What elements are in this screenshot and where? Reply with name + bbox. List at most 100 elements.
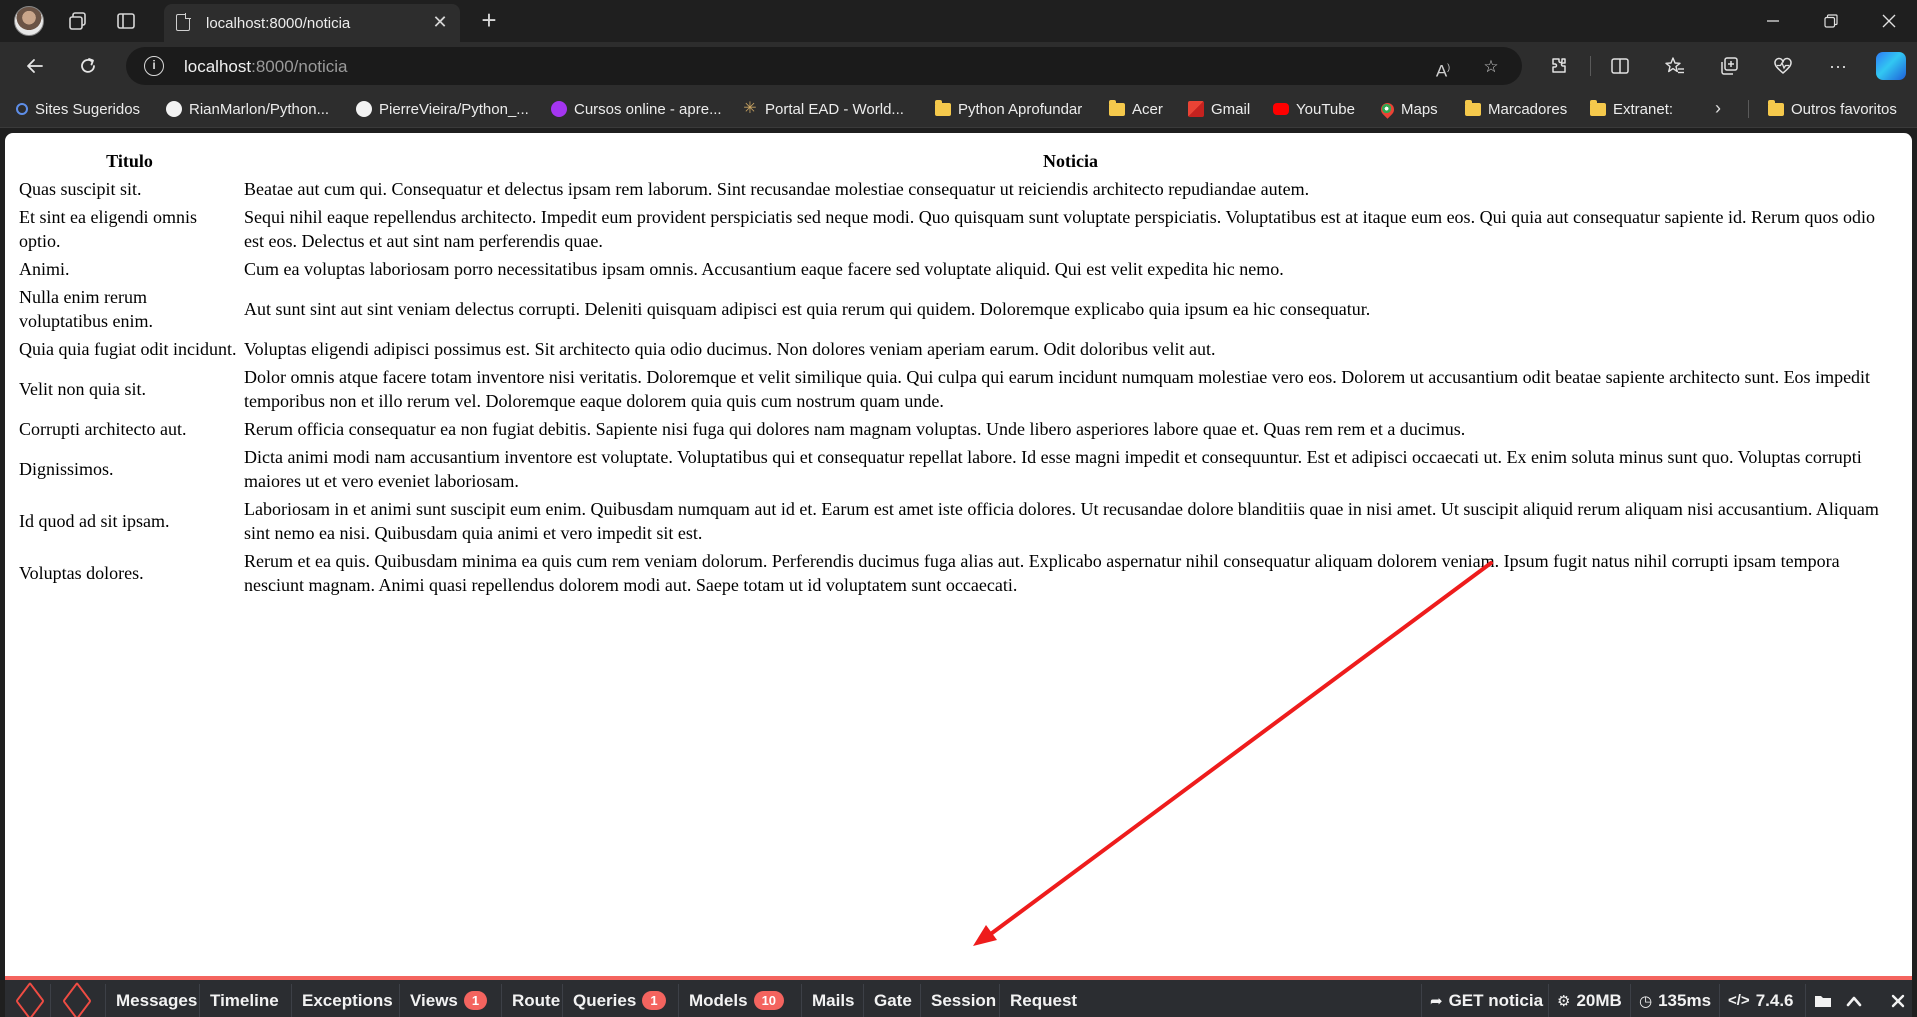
php-version-text: 7.4.6 xyxy=(1755,990,1794,1010)
share-arrow-icon: ➦ xyxy=(1430,992,1443,1010)
memory-text: 20MB xyxy=(1576,990,1622,1010)
extensions-icon[interactable] xyxy=(1544,51,1574,81)
cell-noticia: Rerum officia consequatur ea non fugiat … xyxy=(244,419,1466,439)
youtube-icon xyxy=(1273,103,1289,115)
bookmark-portal-ead[interactable]: ✳ Portal EAD - World... xyxy=(742,99,904,119)
debugbar-tab-exceptions[interactable]: Exceptions xyxy=(291,984,403,1017)
address-bar[interactable]: i localhost:8000/noticia A) ☆ xyxy=(126,47,1522,85)
bookmark-outros-favoritos[interactable]: Outros favoritos xyxy=(1768,99,1897,119)
tab-label: Messages xyxy=(116,990,198,1010)
folder-icon xyxy=(1465,100,1481,116)
page-icon xyxy=(176,13,191,31)
vertical-tabs-icon[interactable] xyxy=(112,7,140,35)
browser-tab-active[interactable]: localhost:8000/noticia ✕ xyxy=(164,4,460,42)
debugbar-tab-queries[interactable]: Queries 1 xyxy=(562,984,676,1017)
tab-close-icon[interactable]: ✕ xyxy=(428,10,452,34)
restore-icon[interactable] xyxy=(1802,0,1860,42)
browser-essentials-icon[interactable] xyxy=(1768,51,1798,81)
close-window-icon[interactable] xyxy=(1860,0,1917,42)
debugbar-tab-request[interactable]: Request xyxy=(999,984,1087,1017)
bookmark-label: Python Aprofundar xyxy=(958,100,1083,118)
bookmark-extranet[interactable]: Extranet: xyxy=(1590,99,1673,119)
folder-icon xyxy=(935,100,951,116)
tab-label: Queries xyxy=(573,990,637,1010)
bookmark-sites-sugeridos[interactable]: Sites Sugeridos xyxy=(16,99,140,119)
more-options-icon[interactable]: ··· xyxy=(1823,51,1853,81)
bookmarks-divider xyxy=(1748,100,1749,118)
cell-titulo: Velit non quia sit. xyxy=(19,379,146,399)
bookmark-label: Portal EAD - World... xyxy=(765,100,904,118)
cell-titulo: Animi. xyxy=(19,259,70,279)
time-text: 135ms xyxy=(1658,990,1712,1010)
code-icon: </> xyxy=(1728,992,1750,1009)
bookmark-label: Outros favoritos xyxy=(1791,100,1897,118)
laravel-logo-icon[interactable] xyxy=(60,984,94,1017)
bookmark-label: Extranet: xyxy=(1613,100,1674,118)
new-tab-button[interactable]: + xyxy=(474,6,504,36)
table-row: Nulla enim rerum voluptatibus enim. Aut … xyxy=(18,284,1898,334)
cell-noticia: Dicta animi modi nam accusantium invento… xyxy=(244,447,1862,491)
table-row: Velit non quia sit. Dolor omnis atque fa… xyxy=(18,364,1898,414)
time-indicator[interactable]: ◷ 135ms xyxy=(1630,984,1719,1017)
tab-title: localhost:8000/noticia xyxy=(206,15,351,32)
cell-noticia: Laboriosam in et animi sunt suscipit eum… xyxy=(244,499,1879,543)
cell-noticia: Dolor omnis atque facere totam inventore… xyxy=(244,367,1871,411)
collections-icon[interactable] xyxy=(1714,51,1744,81)
cell-titulo: Id quod ad sit ipsam. xyxy=(19,511,170,531)
minimize-icon[interactable] xyxy=(1744,0,1802,42)
bookmark-pierrevieira[interactable]: PierreVieira/Python_... xyxy=(356,99,529,119)
close-debugbar-icon[interactable] xyxy=(1883,984,1913,1017)
read-aloud-icon[interactable]: A) xyxy=(1432,56,1454,81)
tab-label: Exceptions xyxy=(302,990,393,1010)
back-arrow-icon[interactable] xyxy=(19,50,51,82)
bookmark-label: RianMarlon/Python... xyxy=(189,100,330,118)
chevron-up-icon[interactable] xyxy=(1838,984,1870,1017)
debugbar-tab-mails[interactable]: Mails xyxy=(801,984,865,1017)
bookmark-gmail[interactable]: Gmail xyxy=(1188,99,1250,119)
cell-noticia: Voluptas eligendi adipisci possimus est.… xyxy=(244,339,1216,359)
reload-icon[interactable] xyxy=(72,50,104,82)
bookmark-cursos-online[interactable]: Cursos online - apre... xyxy=(551,99,722,119)
favorite-star-icon[interactable]: ☆ xyxy=(1480,56,1502,78)
chevron-right-icon[interactable]: › xyxy=(1707,98,1729,120)
tab-label: Models xyxy=(689,990,748,1010)
debugbar-tab-gate[interactable]: Gate xyxy=(863,984,922,1017)
debugbar-tab-route[interactable]: Route xyxy=(501,984,570,1017)
site-info-icon[interactable]: i xyxy=(144,56,164,76)
workspaces-icon[interactable] xyxy=(64,7,92,35)
bookmark-label: Maps xyxy=(1401,100,1438,118)
debugbar-tab-models[interactable]: Models 10 xyxy=(678,984,794,1017)
bookmark-maps[interactable]: Maps xyxy=(1378,99,1438,119)
laravel-debugbar: Messages Timeline Exceptions Views 1 Rout… xyxy=(5,976,1912,1017)
debugbar-tab-timeline[interactable]: Timeline xyxy=(199,984,289,1017)
profile-avatar[interactable] xyxy=(14,6,44,36)
folder-icon xyxy=(1109,100,1125,116)
favorites-icon[interactable] xyxy=(1660,51,1690,81)
cell-noticia: Aut sunt sint aut sint veniam delectus c… xyxy=(244,299,1371,319)
debugbar-tab-views[interactable]: Views 1 xyxy=(399,984,497,1017)
tab-label: Gate xyxy=(874,990,912,1010)
count-badge: 1 xyxy=(463,991,488,1010)
bookmark-marcadores[interactable]: Marcadores xyxy=(1465,99,1567,119)
route-indicator[interactable]: ➦ GET noticia xyxy=(1421,984,1551,1017)
browser-toolbar: i localhost:8000/noticia A) ☆ ··· xyxy=(0,42,1917,90)
split-screen-icon[interactable] xyxy=(1605,51,1635,81)
bookmark-youtube[interactable]: YouTube xyxy=(1273,99,1355,119)
tab-label: Mails xyxy=(812,990,855,1010)
search-icon xyxy=(16,103,28,115)
debugbar-tab-session[interactable]: Session xyxy=(920,984,1006,1017)
news-table: Titulo Noticia Quas suscipit sit. Beatae… xyxy=(16,146,1900,600)
bookmark-python-aprofundar[interactable]: Python Aprofundar xyxy=(935,99,1082,119)
debugbar-divider xyxy=(50,984,51,1017)
copilot-icon[interactable] xyxy=(1876,52,1906,80)
cell-titulo: Et sint ea eligendi omnis optio. xyxy=(19,207,197,251)
github-icon xyxy=(356,101,372,117)
url-text[interactable]: localhost:8000/noticia xyxy=(184,57,348,77)
laravel-logo-icon[interactable] xyxy=(13,984,47,1017)
bookmark-acer[interactable]: Acer xyxy=(1109,99,1163,119)
bookmark-rianmarlon[interactable]: RianMarlon/Python... xyxy=(166,99,329,119)
table-row: Et sint ea eligendi omnis optio. Sequi n… xyxy=(18,204,1898,254)
debugbar-tab-messages[interactable]: Messages xyxy=(105,984,207,1017)
open-folder-icon[interactable] xyxy=(1805,984,1842,1017)
memory-indicator[interactable]: ⚙ 20MB xyxy=(1548,984,1630,1017)
